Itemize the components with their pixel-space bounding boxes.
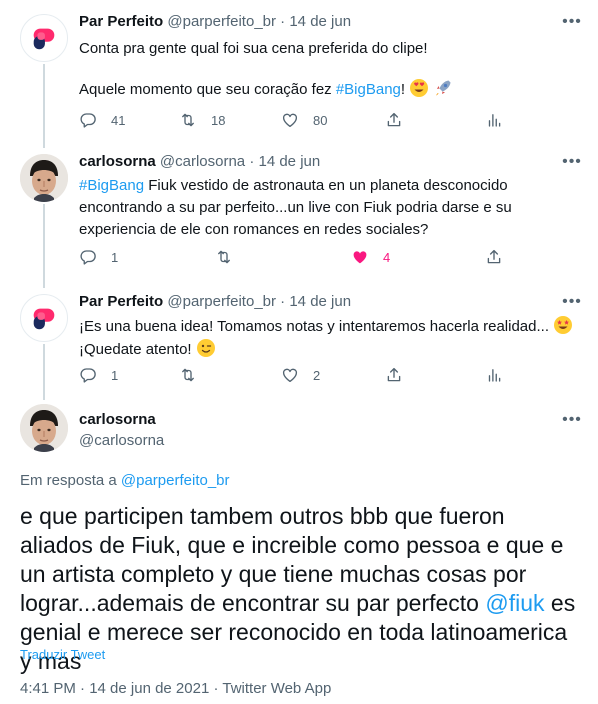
avatar[interactable] [20,294,68,342]
text-segment: ! [400,81,406,98]
more-icon[interactable]: ••• [562,410,582,430]
star-struck-emoji [553,315,573,335]
user-photo-icon [20,154,68,202]
tweet-header: Par Perfeito @parperfeito_br · 14 de jun [79,292,351,312]
tweet-date[interactable]: 14 de jun [289,13,351,30]
tweet-line: Conta pra gente qual foi sua cena prefer… [79,40,428,57]
like-count: 80 [313,112,328,128]
author-name[interactable]: Par Perfeito [79,13,163,30]
reply-button[interactable]: 1 [79,247,118,267]
avatar[interactable] [20,14,68,62]
tweet-actions: 41 18 80 [79,110,519,130]
share-button[interactable] [385,365,403,385]
separator: · [280,13,286,30]
share-icon [485,248,503,266]
reply-button[interactable]: 41 [79,110,125,130]
author-name[interactable]: Par Perfeito [79,293,163,310]
text-segment: ¡Quedate atento! [79,341,192,358]
author-handle[interactable]: @carlosorna [160,153,245,170]
tweet-line: ¡Es una buena idea! Tomamos notas y inte… [79,315,584,338]
tweet-text: Conta pra gente qual foi sua cena prefer… [79,38,584,101]
share-button[interactable] [385,110,403,130]
hashtag-link[interactable]: #BigBang [336,81,401,98]
reply-icon [79,366,97,384]
mention-link[interactable]: @fiuk [485,590,544,616]
author-handle[interactable]: @carlosorna [79,431,164,451]
heart-eyes-emoji [409,78,429,98]
tweet[interactable]: Par Perfeito @parperfeito_br · 14 de jun… [0,0,598,148]
text-segment: Aquele momento que seu coração fez [79,81,336,98]
avatar[interactable] [20,404,68,452]
text-segment: e que participen tambem outros bbb que f… [20,503,564,616]
tweet-metadata[interactable]: 4:41 PM · 14 de jun de 2021 · Twitter We… [20,679,331,699]
like-button[interactable]: 4 [351,247,390,267]
like-count: 2 [313,367,321,383]
heart-icon [281,111,299,129]
reply-count: 1 [111,367,119,383]
reply-button[interactable]: 1 [79,365,118,385]
author-handle[interactable]: @parperfeito_br [167,293,276,310]
more-icon[interactable]: ••• [562,12,582,32]
tweet[interactable]: Par Perfeito @parperfeito_br · 14 de jun… [0,288,598,400]
retweet-button[interactable] [215,247,247,267]
tweet-date[interactable]: 14 de jun [289,293,351,310]
reply-icon [79,248,97,266]
like-button[interactable]: 80 [281,110,327,130]
reply-prefix: Em resposta a [20,472,121,489]
analytics-button[interactable] [485,365,503,385]
share-button[interactable] [485,247,503,267]
tweet-header: carlosorna @carlosorna · 14 de jun [79,152,320,172]
rocket-emoji [433,78,453,98]
tweet-header: Par Perfeito @parperfeito_br · 14 de jun [79,12,351,32]
avatar[interactable] [20,154,68,202]
share-icon [385,366,403,384]
author-name[interactable]: carlosorna [79,410,156,430]
more-icon[interactable]: ••• [562,152,582,172]
hashtag-link[interactable]: #BigBang [79,177,144,194]
text-segment: Fiuk vestido de astronauta en un planeta… [79,177,512,238]
tweet-actions: 1 4 [79,247,519,267]
tweet-date[interactable]: 14 de jun [258,153,320,170]
par-perfeito-logo-icon [29,303,59,333]
text-segment: ¡Es una buena idea! Tomamos notas y inte… [79,318,549,335]
author-handle[interactable]: @parperfeito_br [167,13,276,30]
tweet-line: ¡Quedate atento! [79,338,584,361]
reply-context: Em resposta a @parperfeito_br [20,471,230,491]
translate-link[interactable]: Traduzir Tweet [20,647,105,663]
heart-icon [281,366,299,384]
like-button[interactable]: 2 [281,365,320,385]
retweet-icon [179,111,197,129]
retweet-button[interactable]: 18 [179,110,225,130]
share-icon [385,111,403,129]
winking-emoji [196,338,216,358]
analytics-button[interactable] [485,110,503,130]
reply-count: 41 [111,112,126,128]
user-photo-icon [20,404,68,452]
separator: · [249,153,255,170]
analytics-icon [485,366,503,384]
analytics-icon [485,111,503,129]
like-count: 4 [383,249,391,265]
reply-to-link[interactable]: @parperfeito_br [121,472,230,489]
retweet-button[interactable] [179,365,211,385]
retweet-count: 18 [211,112,226,128]
retweet-icon [215,248,233,266]
separator: · [280,293,286,310]
tweet-text: #BigBang Fiuk vestido de astronauta en u… [79,175,584,241]
tweet-line: Aquele momento que seu coração fez #BigB… [79,78,584,101]
author-name[interactable]: carlosorna [79,153,156,170]
tweet-text: ¡Es una buena idea! Tomamos notas y inte… [79,315,584,361]
reply-count: 1 [111,249,119,265]
heart-filled-icon [351,248,369,266]
tweet[interactable]: carlosorna @carlosorna · 14 de jun ••• #… [0,148,598,288]
more-icon[interactable]: ••• [562,292,582,312]
retweet-icon [179,366,197,384]
par-perfeito-logo-icon [29,23,59,53]
reply-icon [79,111,97,129]
tweet-actions: 1 2 [79,365,519,385]
